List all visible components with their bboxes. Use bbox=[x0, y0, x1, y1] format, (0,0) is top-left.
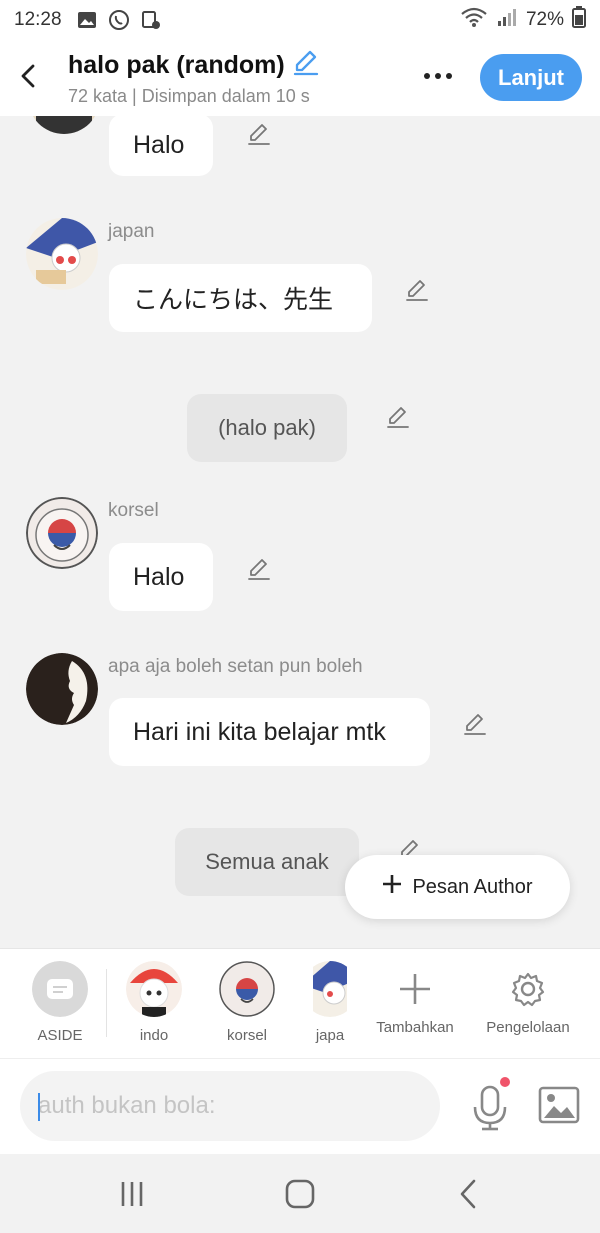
divider bbox=[106, 969, 107, 1037]
system-navigation-bar bbox=[0, 1154, 600, 1233]
recent-apps-icon bbox=[121, 1182, 143, 1206]
whatsapp-notification-icon bbox=[108, 9, 130, 31]
narration-bubble[interactable]: (halo pak) bbox=[187, 394, 347, 462]
system-back-button[interactable] bbox=[448, 1174, 488, 1214]
aside-icon bbox=[32, 961, 88, 1017]
signal-icon bbox=[496, 7, 518, 33]
next-button[interactable]: Lanjut bbox=[480, 54, 582, 101]
microphone-icon bbox=[473, 1085, 507, 1131]
editor-header: halo pak (random) 72 kata | Disimpan dal… bbox=[0, 40, 600, 116]
add-author-message-label: Pesan Author bbox=[412, 875, 533, 898]
home-button[interactable] bbox=[280, 1174, 320, 1214]
battery-level: 72% bbox=[525, 9, 564, 30]
add-character-button[interactable]: Tambahkan bbox=[370, 961, 460, 1036]
avatar[interactable] bbox=[28, 116, 100, 134]
text-cursor bbox=[38, 1093, 40, 1121]
edit-message-icon[interactable] bbox=[385, 404, 411, 430]
character-label: ASIDE bbox=[37, 1027, 83, 1044]
recent-apps-button[interactable] bbox=[112, 1174, 152, 1214]
avatar-japan bbox=[313, 961, 347, 1017]
chat-area[interactable]: Halo japan こんにちは、先生 (halo pak) korsel Ha… bbox=[0, 116, 600, 948]
wifi-icon bbox=[460, 6, 488, 34]
character-label: korsel bbox=[226, 1027, 267, 1044]
recording-indicator-dot bbox=[500, 1077, 510, 1087]
character-indo[interactable]: indo bbox=[126, 961, 182, 1044]
character-label: indo bbox=[139, 1027, 169, 1044]
edit-title-icon[interactable] bbox=[291, 48, 321, 83]
story-title: halo pak (random) bbox=[68, 51, 285, 79]
character-aside[interactable]: ASIDE bbox=[32, 961, 88, 1044]
status-time: 12:28 bbox=[14, 9, 62, 30]
microphone-button[interactable] bbox=[470, 1083, 510, 1133]
image-icon bbox=[538, 1086, 580, 1124]
back-button[interactable] bbox=[12, 58, 44, 94]
manage-characters-button[interactable]: Pengelolaan bbox=[480, 961, 576, 1036]
back-chevron-icon bbox=[460, 1179, 476, 1209]
avatar-author[interactable] bbox=[26, 653, 98, 725]
avatar-korsel[interactable] bbox=[26, 497, 98, 569]
back-arrow-icon bbox=[21, 64, 35, 88]
sender-name: japan bbox=[108, 221, 155, 242]
plus-icon bbox=[382, 874, 402, 900]
insert-image-button[interactable] bbox=[538, 1085, 580, 1125]
message-bubble[interactable]: Halo bbox=[109, 116, 213, 176]
add-character-label: Tambahkan bbox=[376, 1019, 454, 1036]
message-input[interactable] bbox=[20, 1071, 440, 1141]
message-bubble[interactable]: Hari ini kita belajar mtk bbox=[109, 698, 430, 766]
sender-name: apa aja boleh setan pun boleh bbox=[108, 656, 363, 677]
screenshot-notification-icon bbox=[140, 9, 162, 31]
character-bar: ASIDE indo korsel japa Tambahkan Pengelo… bbox=[0, 948, 600, 1058]
gallery-notification-icon bbox=[76, 9, 98, 31]
edit-message-icon[interactable] bbox=[246, 121, 272, 147]
avatar-japan[interactable] bbox=[26, 218, 98, 290]
add-author-message-button[interactable]: Pesan Author bbox=[345, 855, 570, 919]
message-bubble[interactable]: こんにちは、先生 bbox=[109, 264, 372, 332]
message-bubble[interactable]: Halo bbox=[109, 543, 213, 611]
home-icon bbox=[285, 1179, 315, 1209]
more-options-button[interactable] bbox=[418, 62, 458, 90]
avatar-indo bbox=[126, 961, 182, 1017]
status-bar: 12:28 72% bbox=[0, 0, 600, 40]
sender-name: korsel bbox=[108, 500, 159, 521]
edit-message-icon[interactable] bbox=[462, 711, 488, 737]
message-input-bar bbox=[0, 1058, 600, 1154]
edit-message-icon[interactable] bbox=[404, 277, 430, 303]
manage-characters-label: Pengelolaan bbox=[486, 1019, 570, 1036]
character-korsel[interactable]: korsel bbox=[219, 961, 275, 1044]
battery-icon bbox=[572, 6, 586, 34]
character-japan[interactable]: japa bbox=[313, 961, 347, 1044]
plus-icon bbox=[387, 961, 443, 1017]
gear-icon bbox=[500, 961, 556, 1017]
narration-bubble[interactable]: Semua anak bbox=[175, 828, 359, 896]
edit-message-icon[interactable] bbox=[246, 556, 272, 582]
character-label: japa bbox=[315, 1027, 345, 1044]
avatar-korsel bbox=[219, 961, 275, 1017]
word-count-status: 72 kata | Disimpan dalam 10 s bbox=[68, 86, 310, 106]
